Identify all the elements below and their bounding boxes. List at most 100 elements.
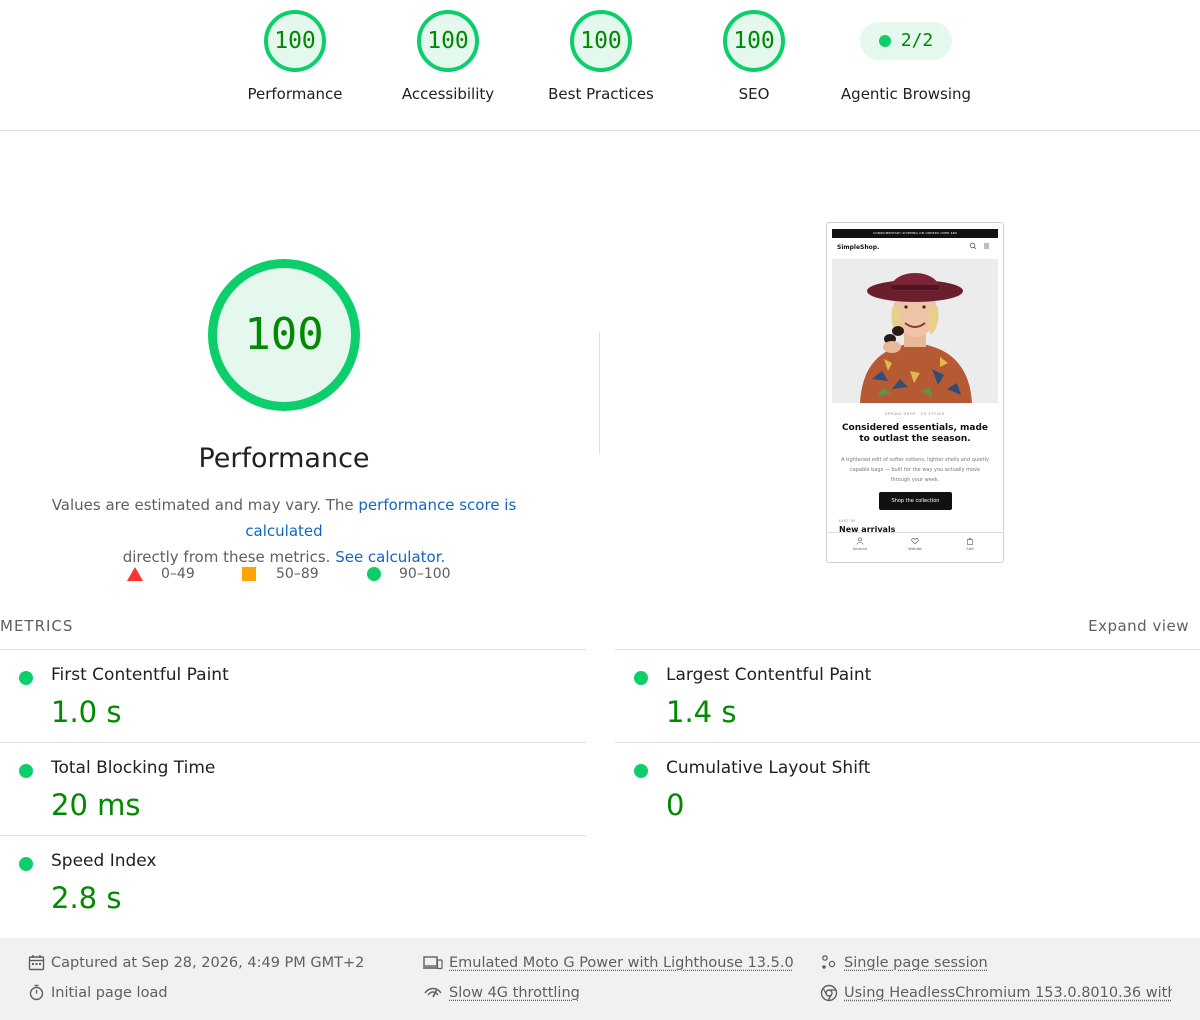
screenshot-kicker: SPRING DROP · 24 STYLES bbox=[885, 412, 945, 416]
initial-load-text: Initial page load bbox=[51, 984, 168, 1001]
pass-dot-icon bbox=[19, 764, 33, 778]
seo-score-ring: 100 bbox=[723, 10, 785, 72]
legend-pass: 90–100 bbox=[367, 566, 451, 582]
hero-image bbox=[832, 259, 998, 403]
pass-dot-icon bbox=[634, 671, 648, 685]
captured-text: Captured at Sep 28, 2026, 4:49 PM GMT+2 bbox=[51, 954, 365, 971]
screenshot-tab-wishlist: Wishlist bbox=[895, 537, 935, 551]
footer-device[interactable]: Emulated Moto G Power with Lighthouse 13… bbox=[423, 954, 794, 971]
metric-title: First Contentful Paint bbox=[51, 665, 229, 685]
legend-pass-label: 90–100 bbox=[399, 566, 451, 582]
throttling-text: Slow 4G throttling bbox=[449, 984, 580, 1001]
gauge-performance[interactable]: 100 Performance bbox=[220, 10, 370, 103]
bag-icon bbox=[967, 537, 973, 545]
pass-dot-icon bbox=[19, 671, 33, 685]
legend-average-label: 50–89 bbox=[276, 566, 319, 582]
fail-triangle-icon bbox=[127, 567, 143, 581]
divider bbox=[0, 742, 586, 743]
search-menu-icon bbox=[969, 242, 989, 250]
average-square-icon bbox=[242, 567, 256, 581]
gauge-label: SEO bbox=[738, 85, 770, 103]
metric-title: Total Blocking Time bbox=[51, 758, 216, 778]
gauge-accessibility[interactable]: 100 Accessibility bbox=[373, 10, 523, 103]
best-practices-score-ring: 100 bbox=[570, 10, 632, 72]
footer-throttling[interactable]: Slow 4G throttling bbox=[423, 984, 580, 1001]
session-text: Single page session bbox=[844, 954, 988, 971]
metric-speed-index: Speed Index 2.8 s bbox=[0, 837, 560, 929]
expand-view-toggle[interactable]: Expand view bbox=[1088, 617, 1189, 635]
legend-fail-label: 0–49 bbox=[161, 566, 195, 582]
screenshot-new-arrivals: New arrivals bbox=[839, 525, 896, 532]
metric-title: Cumulative Layout Shift bbox=[666, 758, 871, 778]
performance-description: Values are estimated and may vary. The p… bbox=[20, 492, 548, 570]
divider bbox=[615, 742, 1200, 743]
pass-dot-icon bbox=[878, 35, 891, 47]
agentic-score: 2/2 bbox=[900, 30, 934, 51]
vertical-divider bbox=[599, 332, 600, 454]
screenshot-tab-account: Account bbox=[840, 537, 880, 551]
gauge-agentic-browsing[interactable]: 2/2 Agentic Browsing bbox=[831, 10, 981, 103]
metric-value: 20 ms bbox=[51, 788, 141, 822]
network-throttle-icon bbox=[424, 987, 442, 998]
divider bbox=[0, 835, 586, 836]
gauge-label: Performance bbox=[247, 85, 343, 103]
account-icon bbox=[856, 537, 864, 545]
tab-label: Wishlist bbox=[908, 547, 922, 551]
performance-score-ring: 100 bbox=[264, 10, 326, 72]
pass-circle-icon bbox=[367, 567, 381, 581]
category-gauges: 100 Performance 100 Accessibility 100 Be… bbox=[0, 0, 1200, 131]
metric-total-blocking-time: Total Blocking Time 20 ms bbox=[0, 744, 560, 836]
gauge-label: Best Practices bbox=[548, 85, 654, 103]
gauge-label: Accessibility bbox=[401, 85, 495, 103]
legend-average: 50–89 bbox=[242, 566, 319, 582]
divider bbox=[0, 649, 586, 650]
screenshot-tab-bar: Account Wishlist Cart bbox=[827, 532, 1003, 562]
gauge-best-practices[interactable]: 100 Best Practices bbox=[526, 10, 676, 103]
metric-value: 2.8 s bbox=[51, 881, 122, 915]
screenshot-header-icons bbox=[969, 242, 991, 252]
accessibility-score-ring: 100 bbox=[417, 10, 479, 72]
gauge-seo[interactable]: 100 SEO bbox=[679, 10, 829, 103]
metric-title: Speed Index bbox=[51, 851, 157, 871]
model-photo-icon bbox=[832, 259, 998, 403]
footer-session[interactable]: Single page session bbox=[820, 954, 988, 971]
chrome-icon bbox=[820, 984, 838, 1002]
see-calculator-link[interactable]: See calculator. bbox=[335, 548, 445, 566]
heart-icon bbox=[911, 538, 919, 545]
screenshot-body: A tightened edit of softer cottons, ligh… bbox=[841, 457, 989, 483]
calendar-icon bbox=[28, 955, 45, 971]
final-screenshot[interactable]: COMPLIMENTARY SHIPPING ON ORDERS OVER $8… bbox=[826, 222, 1004, 563]
metric-first-contentful-paint: First Contentful Paint 1.0 s bbox=[0, 651, 560, 743]
stopwatch-icon bbox=[29, 984, 44, 1001]
screenshot-shop-button: Shop the collection bbox=[879, 492, 952, 510]
metrics-heading: METRICS bbox=[0, 617, 74, 635]
devices-icon bbox=[423, 956, 443, 970]
metric-value: 1.0 s bbox=[51, 695, 122, 729]
performance-title: Performance bbox=[198, 443, 370, 474]
metric-value: 0 bbox=[666, 788, 685, 822]
metric-cumulative-layout-shift: Cumulative Layout Shift 0 bbox=[615, 744, 1175, 836]
divider bbox=[615, 649, 1200, 650]
pass-dot-icon bbox=[634, 764, 648, 778]
legend-fail: 0–49 bbox=[127, 566, 195, 582]
footer-initial-load: Initial page load bbox=[28, 984, 168, 1001]
screenshot-brand: SimpleShop. bbox=[837, 244, 880, 251]
tab-label: Cart bbox=[966, 547, 974, 551]
pass-dot-icon bbox=[19, 857, 33, 871]
tab-label: Account bbox=[852, 547, 868, 551]
metric-title: Largest Contentful Paint bbox=[666, 665, 872, 685]
screenshot-tab-cart: Cart bbox=[950, 537, 990, 551]
desc-text: Values are estimated and may vary. The bbox=[51, 496, 359, 514]
performance-big-score: 100 bbox=[208, 259, 360, 411]
desc-text: directly from these metrics. bbox=[122, 548, 336, 566]
screenshot-banner: COMPLIMENTARY SHIPPING ON ORDERS OVER $8… bbox=[832, 229, 998, 238]
metric-largest-contentful-paint: Largest Contentful Paint 1.4 s bbox=[615, 651, 1175, 743]
footer-browser[interactable]: Using HeadlessChromium 153.0.8010.36 wit… bbox=[820, 984, 1172, 1002]
session-icon bbox=[822, 955, 836, 969]
browser-text: Using HeadlessChromium 153.0.8010.36 wit… bbox=[844, 985, 1172, 1001]
screenshot-headline: Considered essentials, made to outlast t… bbox=[841, 423, 989, 444]
gauge-label: Agentic Browsing bbox=[840, 85, 972, 103]
screenshot-just-in: JUST IN bbox=[839, 519, 856, 523]
agentic-score-pill: 2/2 bbox=[860, 22, 952, 60]
device-text: Emulated Moto G Power with Lighthouse 13… bbox=[449, 954, 794, 971]
